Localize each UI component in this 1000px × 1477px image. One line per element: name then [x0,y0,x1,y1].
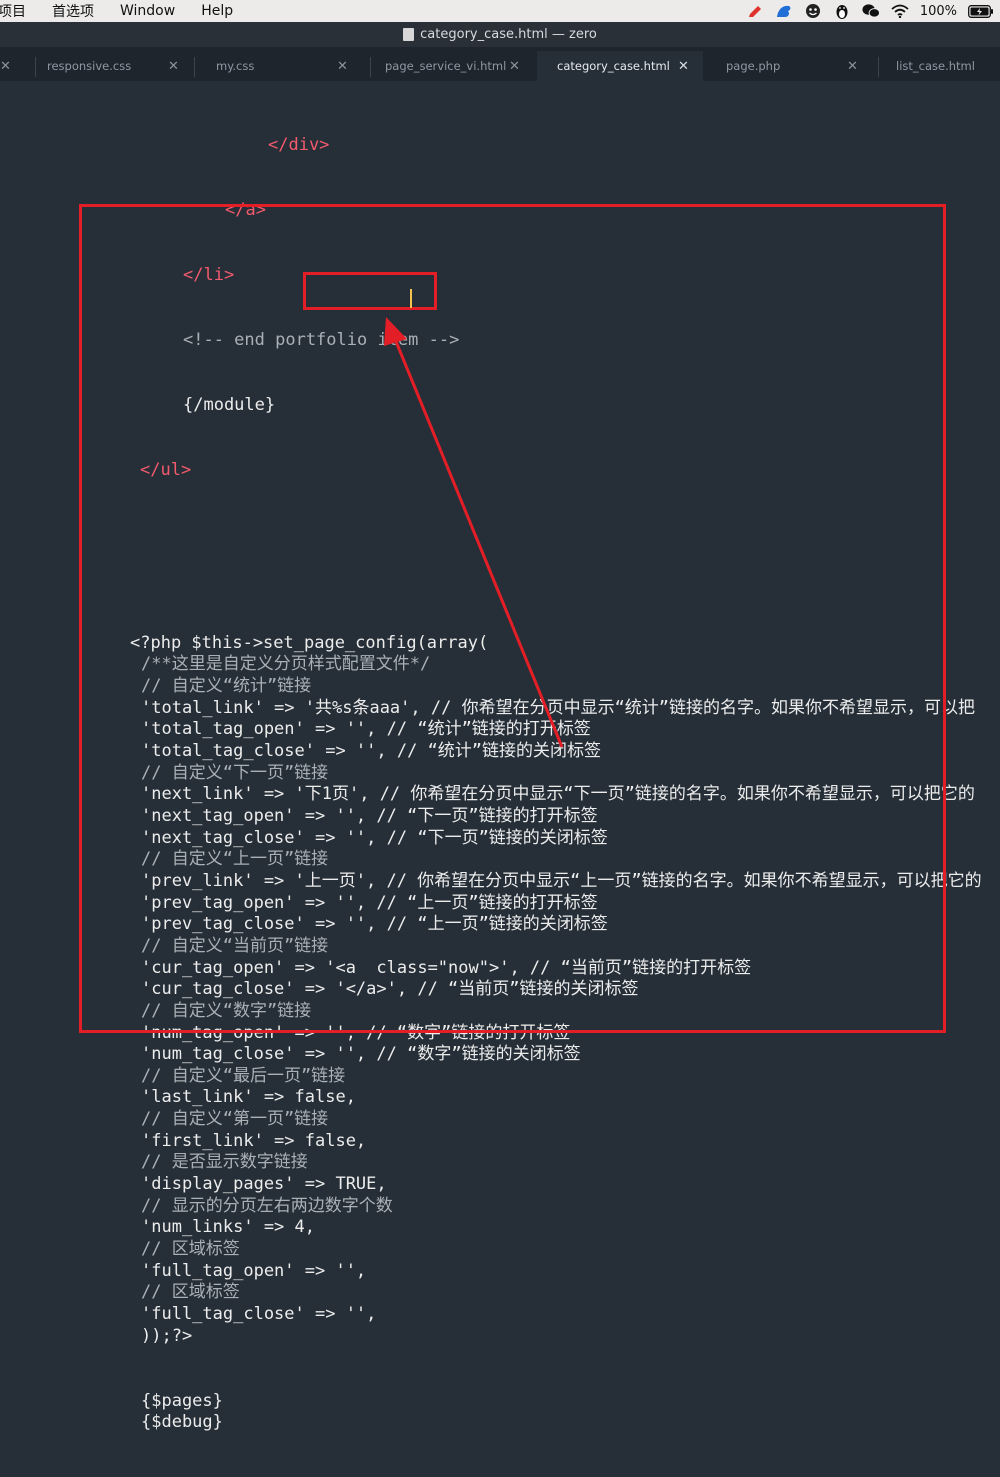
tab-label: responsive.css [47,59,132,73]
tab-label: page.php [726,59,781,73]
code-line: // 显示的分页左右两边数字个数 [0,1196,1000,1218]
code-line: // 自定义“最后一页”链接 [0,1066,1000,1088]
tab-label: list_case.html [896,59,975,73]
text-cursor [410,289,412,308]
tab-page-php[interactable]: page.php ✕ [710,51,870,81]
menu-help[interactable]: Help [201,3,233,19]
code-line: // 自定义“第一页”链接 [0,1109,1000,1131]
tab-label: page_service_vi.html [385,59,507,73]
menu-preferences[interactable]: 首选项 [52,1,94,21]
tab-hidden-left[interactable]: ✕ [0,51,25,81]
tab-close-icon[interactable]: ✕ [168,59,179,74]
code-line: {$pages} [0,1391,1000,1413]
wechat-icon[interactable] [862,2,880,20]
code-line-text: ));?> [141,1325,193,1346]
tab-close-icon[interactable]: ✕ [509,59,520,74]
code-line: // 是否显示数字链接 [0,1152,1000,1174]
code-line-text: // 自定义“最后一页”链接 [141,1065,346,1086]
annotation-arrow [384,317,564,748]
code-line: 'full_tag_open' => '', [0,1261,1000,1283]
code-editor[interactable]: </div> </a> </li> <!-- end portfolio ite… [0,81,1000,1432]
code-line-text: // 区域标签 [141,1282,240,1303]
tab-label: my.css [216,59,255,73]
code-line-text: 'first_link' => false, [141,1130,367,1151]
tab-close-icon[interactable]: ✕ [0,59,11,74]
code-line: 'num_links' => 4, [0,1217,1000,1239]
code-line-text: 'full_tag_open' => '', [141,1260,367,1281]
tab-label: category_case.html [557,59,670,73]
status-area: 100% [746,0,994,22]
code-line: ));?> [0,1326,1000,1348]
code-line: 'full_tag_close' => '', [0,1304,1000,1326]
code-line-text: 'num_links' => 4, [141,1217,315,1238]
window-title: category_case.html — zero [420,27,597,42]
code-line-text: // 显示的分页左右两边数字个数 [141,1195,393,1216]
code-line: // 区域标签 [0,1239,1000,1261]
pencil-icon[interactable] [746,2,764,20]
code-line: {$debug} [0,1412,1000,1434]
tab-category-case[interactable]: category_case.html ✕ [537,51,703,81]
tab-close-icon[interactable]: ✕ [337,59,348,74]
tab-close-icon[interactable]: ✕ [847,59,858,74]
code-line: // 区域标签 [0,1282,1000,1304]
wifi-icon[interactable] [891,2,909,20]
tab-responsive-css[interactable]: responsive.css ✕ [36,51,191,81]
code-line-text: {$debug} [141,1412,223,1433]
battery-icon[interactable] [968,2,994,20]
tab-list-case[interactable]: list_case.html [879,51,1000,81]
tab-my-css[interactable]: my.css ✕ [195,51,360,81]
battery-percent: 100% [919,3,957,19]
window-title-bar: category_case.html — zero [0,22,1000,47]
code-line-text: // 自定义“第一页”链接 [141,1109,329,1130]
tab-bar: ✕ responsive.css ✕ my.css ✕ page_service… [0,47,1000,81]
tab-page-service-vi[interactable]: page_service_vi.html ✕ [371,51,531,81]
code-line-text: {$pages} [141,1390,223,1411]
code-line: 'display_pages' => TRUE, [0,1174,1000,1196]
code-line: 'first_link' => false, [0,1131,1000,1153]
penguin-icon[interactable] [833,2,851,20]
code-line-text: // 是否显示数字链接 [141,1152,308,1173]
code-line-text: 'display_pages' => TRUE, [141,1174,387,1195]
code-line-text: // 区域标签 [141,1239,240,1260]
menu-bar: 项目 首选项 Window Help 100% [0,0,1000,22]
menu-window[interactable]: Window [120,3,175,19]
document-icon [403,28,415,41]
code-line-text: 'last_link' => false, [141,1087,356,1108]
menu-project[interactable]: 项目 [0,1,26,21]
code-line-text: 'full_tag_close' => '', [141,1304,377,1325]
bird-icon[interactable] [775,2,793,20]
face-icon[interactable] [804,2,822,20]
code-line: 'last_link' => false, [0,1087,1000,1109]
tab-close-icon[interactable]: ✕ [678,59,689,74]
